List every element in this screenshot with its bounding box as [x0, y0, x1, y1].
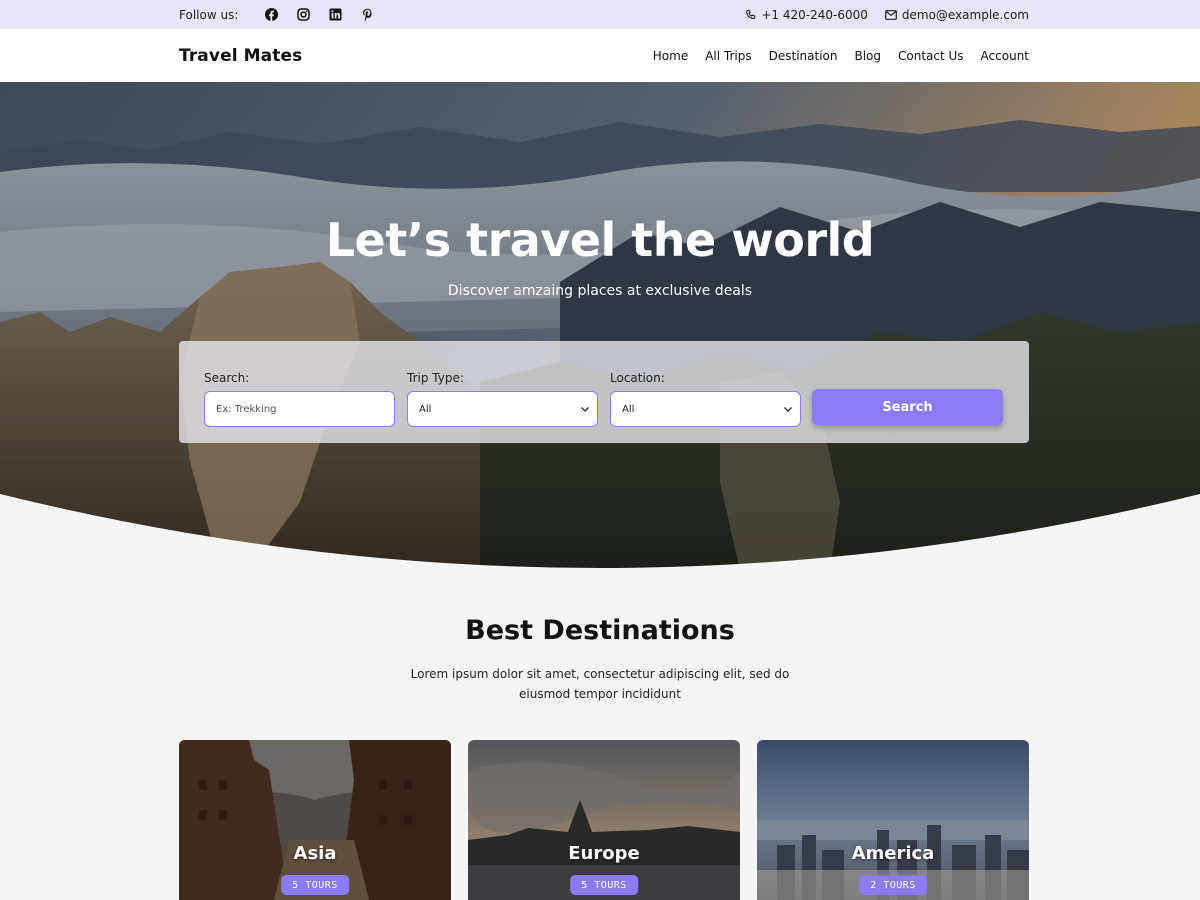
- main-nav: Home All Trips Destination Blog Contact …: [653, 49, 1029, 63]
- hero-title: Let’s travel the world: [325, 213, 875, 267]
- facebook-icon[interactable]: [265, 8, 279, 21]
- location-field-group: Location: All: [610, 371, 801, 427]
- trip-type-field-group: Trip Type: All: [407, 371, 598, 427]
- destination-card-europe[interactable]: Europe 5 TOURS: [468, 740, 740, 900]
- location-label: Location:: [610, 371, 665, 385]
- destination-name: Asia: [293, 843, 337, 864]
- section-description: Lorem ipsum dolor sit amet, consectetur …: [410, 667, 790, 701]
- linkedin-icon[interactable]: [329, 8, 342, 21]
- tours-badge: 5 TOURS: [281, 875, 349, 895]
- site-header: Travel Mates Home All Trips Destination …: [0, 29, 1200, 82]
- pinterest-icon[interactable]: [361, 8, 374, 21]
- instagram-icon[interactable]: [297, 8, 311, 21]
- envelope-icon: [884, 9, 897, 20]
- search-input[interactable]: Ex: Trekking: [204, 391, 395, 427]
- search-panel: Search: Ex: Trekking Trip Type: All Loca…: [179, 341, 1029, 443]
- nav-destination[interactable]: Destination: [769, 49, 838, 63]
- search-field-group: Search: Ex: Trekking: [204, 371, 395, 427]
- trip-type-label: Trip Type:: [407, 371, 464, 385]
- section-title: Best Destinations: [465, 615, 735, 646]
- trip-type-select[interactable]: All: [407, 391, 598, 427]
- follow-us: Follow us:: [179, 8, 374, 22]
- location-value: All: [622, 403, 635, 415]
- destination-card-asia[interactable]: Asia 5 TOURS: [179, 740, 451, 900]
- tours-badge: 2 TOURS: [859, 875, 927, 895]
- nav-contact-us[interactable]: Contact Us: [898, 49, 964, 63]
- location-select[interactable]: All: [610, 391, 801, 427]
- hero-subtitle: Discover amzaing places at exclusive dea…: [447, 283, 753, 299]
- site-logo[interactable]: Travel Mates: [179, 46, 302, 66]
- follow-us-label: Follow us:: [179, 7, 239, 22]
- nav-all-trips[interactable]: All Trips: [705, 49, 751, 63]
- search-button[interactable]: Search: [812, 389, 1003, 425]
- contact-info: +1 420-240-6000 demo@example.com: [728, 8, 1029, 22]
- tours-badge: 5 TOURS: [570, 875, 638, 895]
- nav-blog[interactable]: Blog: [854, 49, 881, 63]
- destination-card-america[interactable]: America 2 TOURS: [757, 740, 1029, 900]
- phone-icon: [746, 9, 756, 19]
- nav-account[interactable]: Account: [981, 49, 1029, 63]
- phone-number: +1 420-240-6000: [761, 7, 868, 22]
- email-address: demo@example.com: [901, 7, 1029, 22]
- destination-name: America: [851, 843, 935, 864]
- hero-section: Let’s travel the world Discover amzaing …: [0, 82, 1200, 570]
- chevron-down-icon: [581, 407, 589, 412]
- phone-item[interactable]: +1 420-240-6000: [745, 8, 868, 22]
- chevron-down-icon: [784, 407, 792, 412]
- top-bar: Follow us: +1 420-240-6000 demo@example.…: [0, 0, 1200, 29]
- destination-name: Europe: [568, 843, 640, 864]
- nav-home[interactable]: Home: [653, 49, 688, 63]
- search-label: Search:: [204, 371, 250, 385]
- hero-background-image: [0, 82, 1200, 570]
- email-item[interactable]: demo@example.com: [884, 7, 1029, 22]
- trip-type-value: All: [419, 403, 432, 415]
